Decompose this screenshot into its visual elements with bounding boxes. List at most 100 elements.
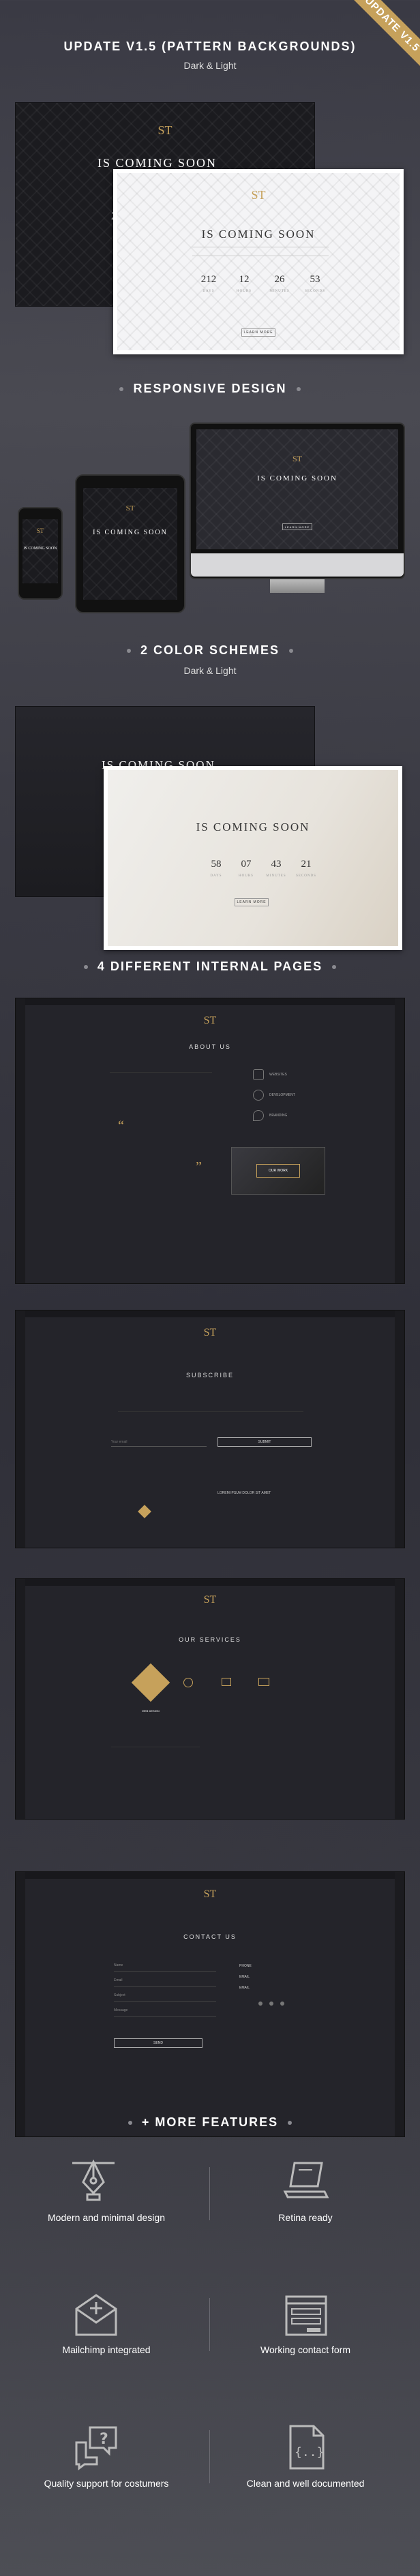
iphone-screen: ST IS COMING SOON	[22, 519, 58, 583]
web-design-label: WEB DESIGN	[142, 1709, 160, 1713]
subscribe-submit-button[interactable]: SUBMIT	[217, 1437, 312, 1447]
subscribe-links-title: LOREM IPSUM DOLOR SIT AMET	[217, 1491, 271, 1495]
mail-plus-icon	[75, 2294, 117, 2336]
about-text	[110, 1072, 212, 1099]
scheme-countdown-minutes: 43 MINUTES	[266, 859, 286, 878]
scheme-countdown-seconds: 21 SECONDS	[296, 859, 316, 878]
social-icon-1[interactable]	[258, 2002, 262, 2006]
websites-icon	[253, 1069, 264, 1080]
our-work-card[interactable]: OUR WORK	[231, 1147, 325, 1195]
social-icon-2[interactable]	[269, 2002, 273, 2006]
section-features-title: + MORE FEATURES	[0, 2115, 420, 2130]
section-pages-title-text: 4 DIFFERENT INTERNAL PAGES	[97, 960, 323, 973]
logo: ST	[158, 123, 172, 137]
intro-text-lines	[192, 247, 329, 256]
update-ribbon: UPDATE V1.5	[349, 0, 420, 67]
imac-stand	[270, 579, 325, 593]
pen-tool-icon	[72, 2159, 115, 2201]
feature-contact-form: Working contact form	[260, 2344, 350, 2355]
iphone-logo: ST	[36, 527, 44, 534]
section-colors-title: 2 COLOR SCHEMES	[0, 643, 420, 658]
section-features-title-text: + MORE FEATURES	[141, 2115, 279, 2129]
services-title: OUR SERVICES	[179, 1636, 241, 1643]
contact-message-field[interactable]: Message	[114, 2008, 216, 2017]
countdown-minutes: 26 MINUTES	[269, 274, 290, 293]
contact-subject-field[interactable]: Subject	[114, 1993, 216, 2002]
imac-logo: ST	[292, 454, 302, 463]
countdown-days: 212 DAYS	[200, 274, 217, 293]
subscribe-logo: ST	[203, 1327, 217, 1338]
light-pattern-preview: ST IS COMING SOON 212 DAYS 12 HOURS 26 MINU…	[113, 169, 404, 354]
learn-more-button[interactable]: LEARN MORE	[241, 328, 275, 337]
ipad-logo: ST	[125, 504, 135, 512]
subscribe-email-input[interactable]: Your email	[111, 1437, 207, 1447]
scheme-learn-more[interactable]: LEARN MORE	[235, 898, 269, 906]
coming-soon-heading: IS COMING SOON	[97, 156, 217, 170]
ipad-device: ST IS COMING SOON	[75, 474, 185, 613]
subscribe-title: SUBSCRIBE	[185, 1372, 234, 1379]
about-item-development: DEVELOPMENT	[269, 1093, 295, 1097]
services-page-preview: ST OUR SERVICES WEB DESIGN	[15, 1578, 405, 1820]
our-work-label: OUR WORK	[256, 1164, 300, 1178]
web-design-diamond[interactable]	[131, 1663, 170, 1702]
contact-page-preview: ST CONTACT US Name Email Subject Message…	[15, 1871, 405, 2137]
chat-question-icon: ?	[75, 2426, 117, 2470]
logo-light: ST	[251, 188, 266, 202]
feature-support: Quality support for costumers	[44, 2478, 169, 2489]
ipad-coming-soon: IS COMING SOON	[93, 529, 168, 536]
about-logo: ST	[203, 1015, 217, 1026]
section-pages-title: 4 DIFFERENT INTERNAL PAGES	[0, 960, 420, 974]
award-icon	[183, 1678, 193, 1687]
feature-mailchimp: Mailchimp integrated	[62, 2344, 151, 2355]
countdown-hours: 12 HOURS	[237, 274, 252, 293]
form-icon	[285, 2295, 327, 2336]
feature-modern-design: Modern and minimal design	[48, 2212, 165, 2223]
section-colors-title-text: 2 COLOR SCHEMES	[140, 643, 280, 657]
imac-learn-more: LEARN MORE	[282, 523, 312, 530]
section-update-subtitle: Dark & Light	[183, 60, 237, 71]
light-scheme-coming-soon: IS COMING SOON	[196, 821, 310, 833]
contact-email-label-2: EMAIL	[239, 1986, 250, 1990]
svg-text:{..}: {..}	[295, 2445, 324, 2459]
contact-email-label: EMAIL	[239, 1975, 250, 1979]
scheme-countdown-days: 58 DAYS	[210, 859, 222, 878]
contact-email-field[interactable]: Email	[114, 1978, 216, 1987]
subscribe-page-preview: ST SUBSCRIBE Your email SUBMIT LOREM IPS…	[15, 1310, 405, 1548]
contact-name-field[interactable]: Name	[114, 1963, 216, 1972]
svg-text:?: ?	[100, 2431, 108, 2448]
ipad-screen: ST IS COMING SOON	[83, 488, 177, 600]
section-responsive-title: RESPONSIVE DESIGN	[0, 382, 420, 396]
diamond-gem-icon	[222, 1678, 231, 1686]
feature-retina-ready: Retina ready	[278, 2212, 333, 2223]
quote-close-icon: ”	[196, 1159, 202, 1174]
imac-coming-soon: IS COMING SOON	[257, 474, 338, 482]
light-scheme-preview: IS COMING SOON 58 DAYS 07 HOURS 43 MINUTES …	[104, 766, 402, 950]
feature-documented: Clean and well documented	[246, 2478, 365, 2489]
diamond-icon	[138, 1505, 151, 1518]
section-colors-subtitle: Dark & Light	[183, 665, 237, 676]
social-icon-3[interactable]	[280, 2002, 284, 2006]
about-title: ABOUT US	[189, 1043, 231, 1050]
monitor-icon	[258, 1678, 269, 1686]
section-update-title: UPDATE V1.5 (PATTERN BACKGROUNDS)	[0, 40, 420, 54]
imac-device: ST IS COMING SOON LEARN MORE	[190, 423, 405, 579]
branding-icon	[253, 1110, 264, 1121]
about-item-branding: BRANDING	[269, 1114, 288, 1118]
laptop-icon	[283, 2162, 329, 2198]
about-page-preview: ST ABOUT US WEBSITES DEVELOPMENT BRANDIN…	[15, 998, 405, 1284]
about-item-websites: WEBSITES	[269, 1073, 287, 1077]
section-responsive-title-text: RESPONSIVE DESIGN	[133, 382, 287, 395]
code-file-icon: {..}	[289, 2425, 325, 2470]
contact-phone-label: PHONE	[239, 1964, 252, 1968]
development-icon	[253, 1090, 264, 1101]
iphone-coming-soon: IS COMING SOON	[23, 547, 57, 551]
imac-chin	[191, 553, 404, 577]
countdown-seconds: 53 SECONDS	[305, 274, 325, 293]
imac-screen: ST IS COMING SOON LEARN MORE	[196, 429, 398, 549]
section-update-title-text: UPDATE V1.5 (PATTERN BACKGROUNDS)	[63, 40, 357, 53]
scheme-countdown-hours: 07 HOURS	[239, 859, 254, 878]
iphone-device: ST IS COMING SOON	[18, 507, 63, 600]
services-logo: ST	[203, 1594, 217, 1606]
coming-soon-heading-light: IS COMING SOON	[201, 228, 316, 241]
contact-send-button[interactable]: SEND	[114, 2038, 202, 2048]
